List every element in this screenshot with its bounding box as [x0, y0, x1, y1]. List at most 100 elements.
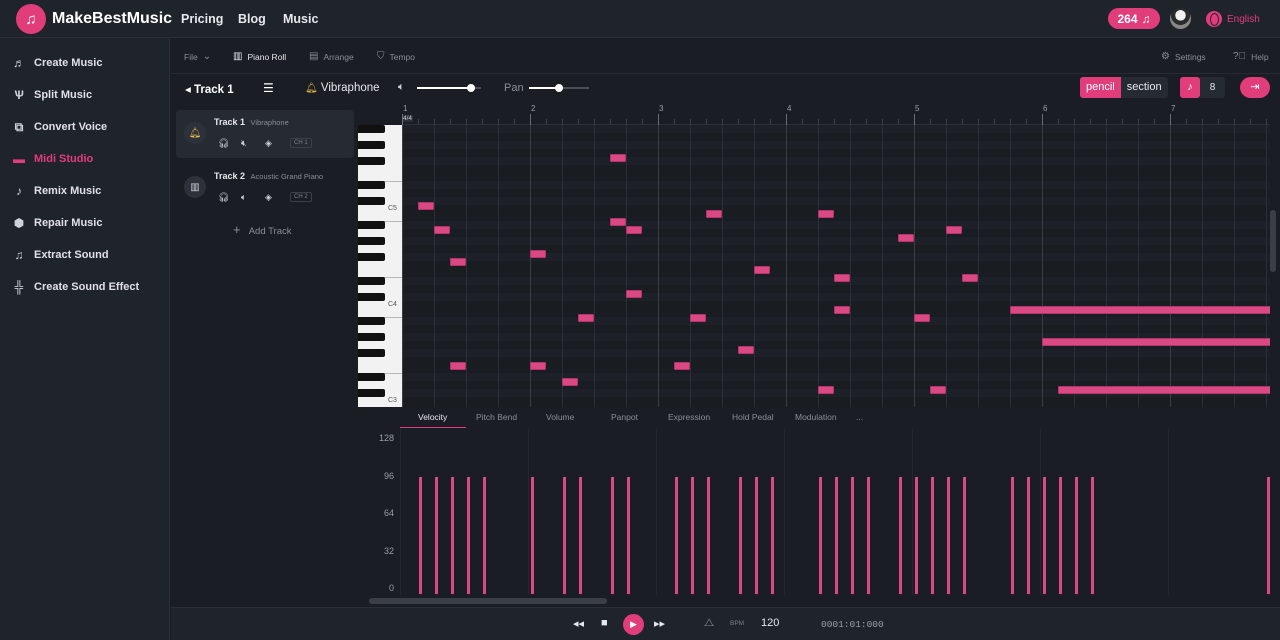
black-key[interactable] [358, 253, 385, 261]
help-button[interactable]: ?⃝ Help [1233, 51, 1269, 62]
tab-piano-roll[interactable]: ▥ Piano Roll [233, 51, 286, 62]
file-menu[interactable]: File ⌄ [184, 51, 211, 62]
black-key[interactable] [358, 373, 385, 381]
midi-note[interactable] [626, 290, 642, 298]
black-key[interactable] [358, 389, 385, 397]
velocity-bar[interactable] [1011, 476, 1014, 594]
volume-slider[interactable] [417, 84, 481, 92]
midi-note[interactable] [818, 386, 834, 394]
velocity-bar[interactable] [947, 476, 950, 594]
velocity-bar[interactable] [435, 476, 438, 594]
mute-icon[interactable]: 🔇︎ [241, 138, 247, 149]
midi-note[interactable] [450, 258, 466, 266]
sidebar-item-midi-studio[interactable]: ▬ Midi Studio [12, 149, 93, 169]
velocity-bar[interactable] [707, 476, 710, 594]
velocity-bar[interactable] [899, 476, 902, 594]
pan-slider[interactable] [529, 84, 589, 92]
velocity-bar[interactable] [1091, 476, 1094, 594]
velocity-bar[interactable] [563, 476, 566, 594]
sidebar-item-split-music[interactable]: Ѱ Split Music [12, 85, 92, 105]
black-key[interactable] [358, 125, 385, 133]
midi-note[interactable] [674, 362, 690, 370]
velocity-bar[interactable] [1267, 476, 1270, 594]
midi-note[interactable] [738, 346, 754, 354]
sidebar-item-create-music[interactable]: ♬ Create Music [12, 53, 102, 73]
add-track-button[interactable]: + Add Track [233, 222, 292, 237]
controller-tab[interactable]: ... [856, 412, 863, 422]
velocity-lane[interactable] [400, 429, 1270, 595]
midi-note[interactable] [818, 210, 834, 218]
vertical-scroll-thumb[interactable] [1270, 210, 1276, 272]
velocity-bar[interactable] [531, 476, 534, 594]
note-length-value[interactable]: 8 [1200, 77, 1225, 98]
section-mode-button[interactable]: section [1120, 77, 1168, 98]
logo-icon[interactable]: ♫ [16, 4, 46, 34]
brand-name[interactable]: MakeBestMusic [52, 10, 172, 28]
velocity-bar[interactable] [451, 476, 454, 594]
midi-note[interactable] [706, 210, 722, 218]
instrument-selector[interactable]: 🔔︎ Vibraphone [305, 82, 380, 94]
play-icon[interactable]: ▶ [623, 614, 644, 635]
black-key[interactable] [358, 141, 385, 149]
black-key[interactable] [358, 157, 385, 165]
headphones-icon[interactable]: 🎧︎ [218, 138, 229, 149]
nav-music[interactable]: Music [283, 12, 318, 26]
sidebar-item-repair-music[interactable]: ⬢ Repair Music [12, 213, 103, 233]
midi-note[interactable] [434, 226, 450, 234]
velocity-bar[interactable] [819, 476, 822, 594]
controller-tab[interactable]: Modulation [795, 412, 837, 422]
controller-tab[interactable]: Velocity [418, 412, 447, 422]
velocity-bar[interactable] [755, 476, 758, 594]
midi-note[interactable] [1042, 338, 1270, 346]
layers-icon[interactable]: ◈ [265, 138, 272, 149]
layers-icon[interactable]: ◈ [265, 192, 272, 203]
controller-tab[interactable]: Expression [668, 412, 710, 422]
velocity-bar[interactable] [771, 476, 774, 594]
jump-to-end-icon[interactable]: ⇥ [1240, 77, 1270, 98]
black-key[interactable] [358, 317, 385, 325]
black-key[interactable] [358, 197, 385, 205]
velocity-bar[interactable] [691, 476, 694, 594]
midi-note[interactable] [898, 234, 914, 242]
midi-note[interactable] [626, 226, 642, 234]
volume-icon[interactable]: 🔈︎ [398, 81, 405, 94]
midi-note[interactable] [562, 378, 578, 386]
volume-slider-knob[interactable] [467, 84, 476, 92]
midi-note[interactable] [578, 314, 594, 322]
headphones-icon[interactable]: 🎧︎ [218, 192, 229, 203]
midi-note[interactable] [690, 314, 706, 322]
black-key[interactable] [358, 237, 385, 245]
controller-tab[interactable]: Volume [546, 412, 574, 422]
black-key[interactable] [358, 181, 385, 189]
velocity-bar[interactable] [835, 476, 838, 594]
rewind-icon[interactable]: ◂◂ [573, 617, 584, 630]
velocity-bar[interactable] [915, 476, 918, 594]
velocity-bar[interactable] [483, 476, 486, 594]
velocity-bar[interactable] [851, 476, 854, 594]
sidebar-item-create-sound-effect[interactable]: ╬ Create Sound Effect [12, 277, 139, 297]
velocity-bar[interactable] [867, 476, 870, 594]
sidebar-item-extract-sound[interactable]: ♫ Extract Sound [12, 245, 109, 265]
avatar[interactable] [1170, 8, 1191, 29]
bpm-value[interactable]: 120 [761, 617, 779, 629]
timeline-ruler[interactable]: 4/4 1 2 3 4 5 6 7 [402, 102, 1270, 125]
midi-note[interactable] [946, 226, 962, 234]
sidebar-item-remix-music[interactable]: ♪ Remix Music [12, 181, 101, 201]
midi-note[interactable] [962, 274, 978, 282]
velocity-bar[interactable] [579, 476, 582, 594]
midi-note[interactable] [834, 274, 850, 282]
black-key[interactable] [358, 333, 385, 341]
back-track-button[interactable]: ◂ Track 1 [185, 82, 234, 96]
controller-tab[interactable]: Hold Pedal [732, 412, 774, 422]
credits-badge[interactable]: 264 ♫ [1108, 8, 1160, 29]
midi-note[interactable] [610, 154, 626, 162]
velocity-bar[interactable] [1059, 476, 1062, 594]
sidebar-item-convert-voice[interactable]: ⧉ Convert Voice [12, 117, 107, 137]
midi-note[interactable] [914, 314, 930, 322]
midi-note[interactable] [418, 202, 434, 210]
nav-pricing[interactable]: Pricing [181, 12, 223, 26]
midi-note[interactable] [450, 362, 466, 370]
midi-note[interactable] [754, 266, 770, 274]
midi-note[interactable] [930, 386, 946, 394]
velocity-bar[interactable] [963, 476, 966, 594]
